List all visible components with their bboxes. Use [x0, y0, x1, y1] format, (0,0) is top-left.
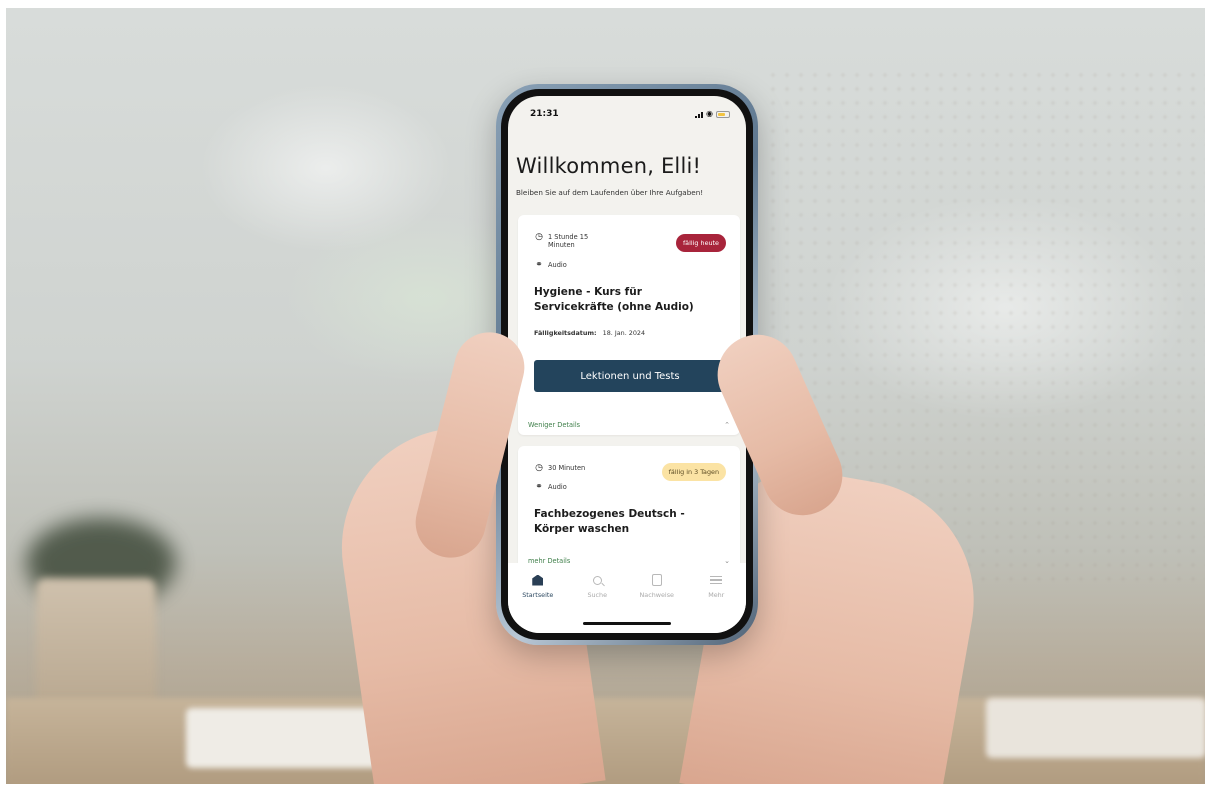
bottom-navigation: Startseite Suche Nachweise Mehr: [508, 563, 746, 633]
nav-label: Startseite: [522, 591, 554, 599]
phone-bezel: 21:31 ◉ Willkommen, Elli! Bleiben Sie au…: [501, 89, 753, 640]
headphones-icon: ⚭: [535, 260, 543, 270]
signal-icon: [695, 111, 704, 118]
search-icon: [592, 575, 602, 585]
nav-label: Mehr: [708, 591, 725, 599]
page-title: Willkommen, Elli!: [516, 154, 702, 178]
media-row: ⚭ Audio: [534, 483, 567, 492]
lessons-tests-button[interactable]: Lektionen und Tests: [534, 360, 726, 392]
menu-icon: [710, 576, 723, 584]
due-date-label: Fälligkeitsdatum:: [534, 329, 597, 337]
home-indicator: [583, 622, 671, 625]
course-title[interactable]: Fachbezogenes Deutsch - Körper waschen: [534, 507, 724, 537]
status-badge: fällig in 3 Tagen: [661, 463, 726, 481]
clock-icon: ◷: [535, 232, 543, 242]
headphones-icon: ⚭: [535, 482, 543, 492]
page-subtitle: Bleiben Sie auf dem Laufenden über Ihre …: [516, 188, 704, 197]
status-bar: 21:31 ◉: [508, 96, 746, 126]
nav-label: Nachweise: [639, 591, 674, 599]
nav-label: Suche: [587, 591, 608, 599]
due-date-value: 18. Jan. 2024: [602, 329, 646, 337]
media-text: Audio: [548, 483, 567, 491]
status-time: 21:31: [530, 109, 559, 119]
due-date-row: Fälligkeitsdatum: 18. Jan. 2024: [534, 329, 645, 337]
course-title[interactable]: Hygiene - Kurs für Servicekräfte (ohne A…: [534, 285, 724, 315]
chevron-up-icon: ⌃: [724, 421, 730, 429]
status-icons: ◉: [695, 110, 730, 118]
course-card[interactable]: ◷ 30 Minuten fällig in 3 Tagen ⚭ Audio F…: [518, 446, 740, 576]
home-icon: [532, 574, 544, 586]
duration-text: 1 Stunde 15 Minuten: [548, 233, 589, 249]
details-toggle[interactable]: Weniger Details ⌃: [528, 421, 730, 429]
wifi-icon: ◉: [706, 109, 713, 118]
media-row: ⚭ Audio: [534, 261, 567, 270]
background-plant-pot: [36, 578, 156, 718]
nav-item-mehr[interactable]: Mehr: [690, 573, 742, 633]
clock-icon: ◷: [535, 463, 543, 473]
nav-item-startseite[interactable]: Startseite: [512, 573, 564, 633]
background-paper: [986, 698, 1205, 758]
status-badge: fällig heute: [675, 234, 726, 252]
duration-text: 30 Minuten: [548, 464, 586, 472]
document-icon: [651, 574, 662, 586]
details-toggle-label: Weniger Details: [528, 421, 581, 429]
duration-row: ◷ 1 Stunde 15 Minuten: [534, 232, 589, 250]
course-card[interactable]: ◷ 1 Stunde 15 Minuten fällig heute ⚭ Aud…: [518, 215, 740, 435]
duration-row: ◷ 30 Minuten: [534, 464, 585, 473]
media-text: Audio: [548, 261, 567, 269]
battery-icon: [716, 110, 730, 118]
phone-screen: 21:31 ◉ Willkommen, Elli! Bleiben Sie au…: [508, 96, 746, 633]
